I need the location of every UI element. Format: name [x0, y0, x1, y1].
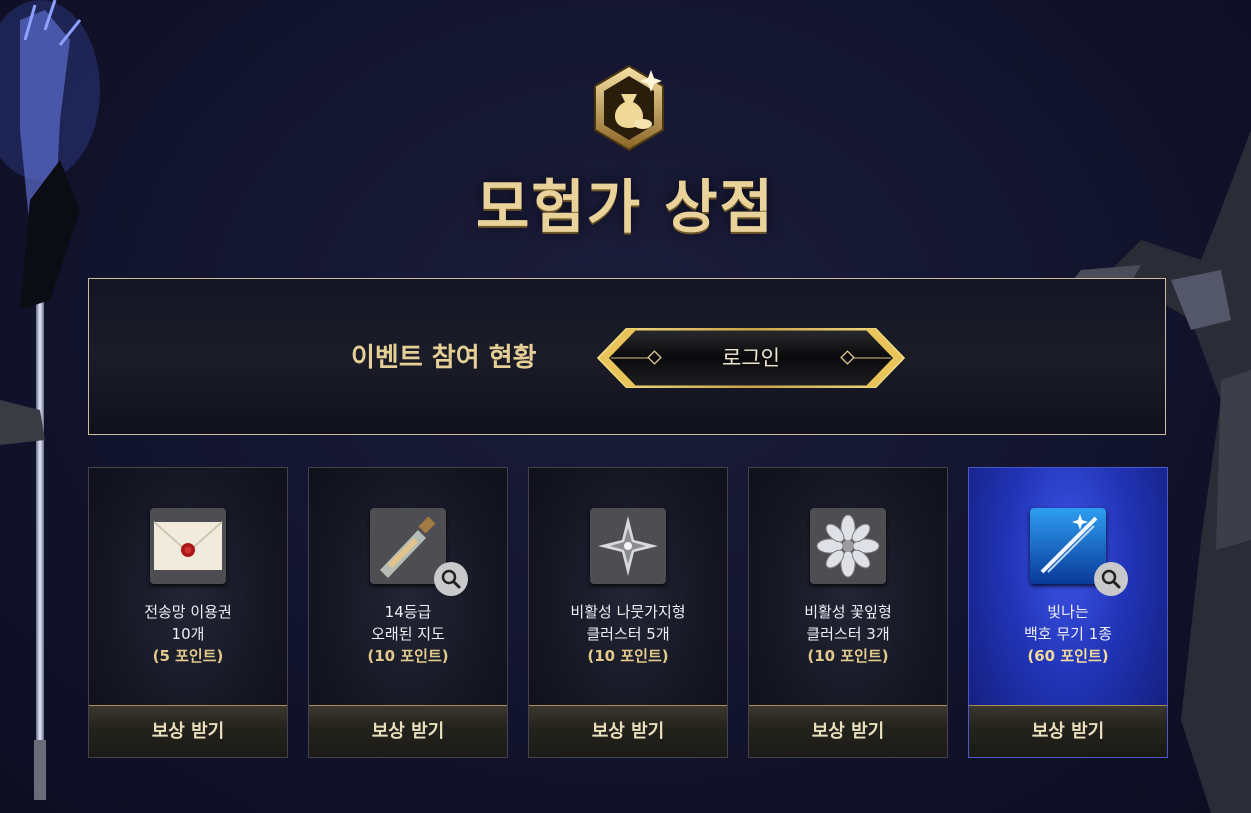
reward-card: 전송망 이용권 10개 (5 포인트) 보상 받기: [88, 467, 288, 758]
reward-name: 비활성 꽃잎형 클러스터 3개: [804, 603, 892, 643]
reward-points: (10 포인트): [807, 647, 889, 665]
magnifier-icon: [441, 569, 461, 589]
login-button[interactable]: 로그인: [597, 328, 905, 388]
branch-cluster-icon: [590, 508, 666, 584]
reward-points: (5 포인트): [152, 647, 224, 665]
reward-points: (10 포인트): [367, 647, 449, 665]
claim-reward-button[interactable]: 보상 받기: [969, 705, 1167, 757]
petal-cluster-icon: [810, 508, 886, 584]
reward-card: 빛나는 백호 무기 1종 (60 포인트) 보상 받기: [968, 467, 1168, 758]
event-status-panel: 이벤트 참여 현황 로그인: [88, 278, 1166, 435]
reward-points: (10 포인트): [587, 647, 669, 665]
reward-points: (60 포인트): [1027, 647, 1109, 665]
claim-reward-button[interactable]: 보상 받기: [749, 705, 947, 757]
zoom-button[interactable]: [434, 562, 468, 596]
zoom-button[interactable]: [1094, 562, 1128, 596]
magnifier-icon: [1101, 569, 1121, 589]
event-status-label: 이벤트 참여 현황: [351, 343, 537, 373]
claim-reward-button[interactable]: 보상 받기: [309, 705, 507, 757]
reward-name: 14등급 오래된 지도: [371, 603, 445, 643]
claim-reward-button[interactable]: 보상 받기: [89, 705, 287, 757]
page-title: 모험가 상점: [476, 173, 775, 241]
reward-name: 빛나는 백호 무기 1종: [1023, 603, 1113, 643]
reward-card: 비활성 꽃잎형 클러스터 3개 (10 포인트) 보상 받기: [748, 467, 948, 758]
login-button-label: 로그인: [722, 346, 780, 370]
sealed-letter-icon: [150, 508, 226, 584]
reward-name: 전송망 이용권 10개: [144, 603, 232, 643]
reward-name: 비활성 나뭇가지형 클러스터 5개: [570, 603, 686, 643]
reward-card: 14등급 오래된 지도 (10 포인트) 보상 받기: [308, 467, 508, 758]
claim-reward-button[interactable]: 보상 받기: [529, 705, 727, 757]
coin-pouch-icon: [594, 64, 664, 152]
reward-card: 비활성 나뭇가지형 클러스터 5개 (10 포인트) 보상 받기: [528, 467, 728, 758]
